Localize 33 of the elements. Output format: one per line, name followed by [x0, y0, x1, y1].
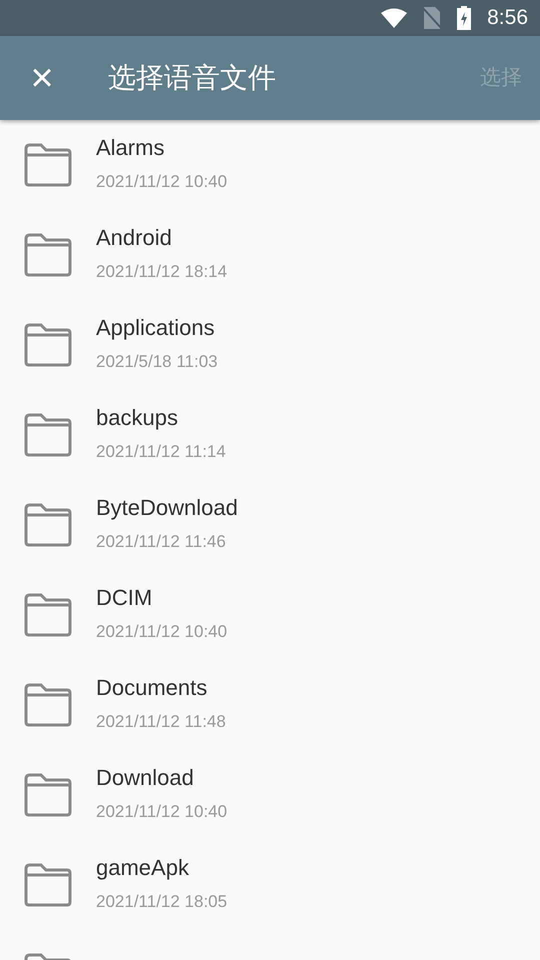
folder-icon — [24, 143, 72, 187]
clock-time: 8:56 — [487, 5, 528, 32]
file-date: 2021/11/12 18:05 — [96, 891, 228, 914]
file-name[interactable]: Android — [96, 225, 228, 252]
wifi-icon — [381, 8, 408, 28]
battery-charging-icon — [457, 6, 472, 30]
folder-icon — [24, 323, 72, 367]
file-name[interactable]: backups — [96, 405, 226, 432]
folder-icon — [24, 593, 72, 637]
no-sim-icon — [423, 7, 442, 29]
folder-icon — [24, 683, 72, 727]
close-button[interactable]: × — [0, 36, 84, 120]
file-name[interactable]: Applications — [96, 315, 218, 342]
file-date: 2021/11/12 11:48 — [96, 711, 226, 734]
folder-icon — [24, 413, 72, 457]
file-date: 2021/11/12 10:40 — [96, 801, 228, 824]
file-date: 2021/11/12 10:40 — [96, 171, 228, 194]
file-name[interactable]: Alarms — [96, 135, 228, 162]
file-name[interactable]: Download — [96, 765, 228, 792]
file-name[interactable]: ByteDownload — [96, 495, 238, 522]
file-date: 2021/11/12 10:40 — [96, 621, 228, 644]
file-date: 2021/11/12 11:46 — [96, 531, 227, 554]
file-date: 2021/11/12 11:14 — [96, 441, 226, 464]
file-name[interactable]: gameApk — [96, 855, 228, 882]
folder-icon — [24, 233, 72, 277]
folder-icon — [24, 863, 72, 907]
file-date: 2021/5/18 11:03 — [96, 351, 218, 374]
folder-icon — [24, 503, 72, 547]
file-name[interactable]: DCIM — [96, 585, 228, 612]
file-date: 2021/11/12 18:14 — [96, 261, 228, 284]
file-name[interactable]: Documents — [96, 675, 226, 702]
toolbar-title: 选择语音文件 — [108, 61, 276, 95]
folder-icon — [24, 773, 72, 817]
